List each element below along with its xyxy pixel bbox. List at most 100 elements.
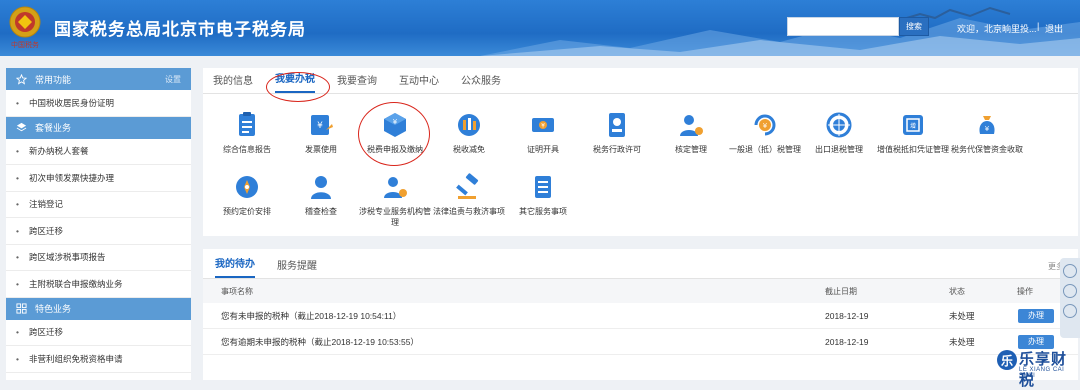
refund-icon: ¥ [754,114,776,136]
service-agency-management[interactable]: 涉税专业服务机构管理 [359,172,431,228]
svg-text:¥: ¥ [763,122,768,130]
bullet-icon: • [16,225,19,236]
service-invoice-use[interactable]: ¥ 发票使用 [285,110,357,155]
sidebar: 常用功能 设置 • 中国税收居民身份证明 套餐业务 • 新办纳税人套餐 • 初次申领发… [6,68,191,380]
sidebar-section-special[interactable]: 特色业务 [6,297,191,320]
message-icon[interactable] [1063,304,1077,318]
column-header: 截止日期 [825,286,857,296]
todo-tabs: 我的待办 服务提醒 更多 [203,249,1078,279]
bullet-icon: • [16,252,19,263]
sidebar-section-package[interactable]: 套餐业务 [6,116,191,139]
voucher-icon: 增 [903,115,923,135]
sidebar-item[interactable]: • 主附税联合申报缴纳业务 [6,271,191,298]
service-admin-license[interactable]: 税务行政许可 [581,110,653,155]
sidebar-section-label: 套餐业务 [35,123,72,133]
compass-icon [236,176,258,198]
service-export-refund[interactable]: 出口退税管理 [803,110,875,155]
agency-icon [384,177,407,198]
user-gear-icon [680,115,703,136]
sidebar-item[interactable]: • 初次申领发票快捷办理 [6,165,191,192]
list-icon [535,176,551,198]
service-assessment-management[interactable]: 核定管理 [655,110,727,155]
sidebar-item[interactable]: • 跨区迁移 [6,320,191,346]
chat-icon[interactable] [1063,264,1077,278]
logout-link[interactable]: 退出 [1045,22,1063,35]
service-tax-reduction[interactable]: 税收减免 [433,110,505,155]
watermark-subtitle: LE XIANG CAI SHUI [1019,367,1065,379]
table-row: 您有逾期未申报的税种（截止2018-12-19 10:53:55） 2018-1… [203,329,1078,355]
sidebar-section-common[interactable]: 常用功能 设置 [6,68,191,90]
service-advance-pricing[interactable]: 预约定价安排 [211,172,283,217]
sidebar-item[interactable]: • 非营利组织免税资格申请 [6,346,191,373]
sidebar-item[interactable]: • 中国税收居民身份证明 [6,90,191,117]
main-tabs: 我的信息 我要办税 我要查询 互动中心 公众服务 [203,68,1078,94]
service-custody-funds[interactable]: ¥ 税务代保管资金收取 [951,110,1023,155]
site-title: 国家税务总局北京市电子税务局 [54,20,306,39]
sidebar-item[interactable]: • 跨区域涉税事项报告 [6,245,191,271]
table-row: 您有未申报的税种（截止2018-12-19 10:54:11） 2018-12-… [203,303,1078,329]
service-legal-remedy[interactable]: 法律追责与救济事项 [433,172,505,217]
todo-panel: 我的待办 服务提醒 更多 事项名称 截止日期 状态 操作 您有未申报的税种（截止… [203,249,1078,380]
tab-public-service[interactable]: 公众服务 [461,72,501,93]
column-header: 状态 [949,286,965,296]
sidebar-item[interactable]: • 跨区迁移 [6,218,191,245]
column-header: 事项名称 [221,286,253,296]
grid-icon [16,303,27,314]
lexiang-logo-icon: 乐 [997,350,1017,370]
tab-service-reminder[interactable]: 服务提醒 [277,257,317,278]
weibo-icon[interactable] [1063,284,1077,298]
header-separator: | [1037,21,1040,31]
bullet-icon: • [16,353,19,364]
ticket-icon: ¥ [532,118,554,132]
table-header: 事项名称 截止日期 状态 操作 [203,279,1078,303]
coins-icon [458,114,480,136]
tab-my-info[interactable]: 我的信息 [213,72,253,93]
service-general-refund[interactable]: ¥ 一般退（抵）税管理 [729,110,801,155]
id-card-icon [609,113,625,137]
todo-item-name: 您有逾期未申报的税种（截止2018-12-19 10:53:55） [221,336,419,347]
globe-icon [826,112,852,138]
bullet-icon: • [16,172,19,183]
tax-emblem-logo: 中国税务 [9,6,41,49]
todo-item-name: 您有未申报的税种（截止2018-12-19 10:54:11） [221,310,402,321]
sidebar-section-label: 特色业务 [35,304,72,314]
svg-text:增: 增 [910,122,916,130]
sidebar-item[interactable]: • 注销登记 [6,192,191,218]
service-other-items[interactable]: 其它服务事项 [507,172,579,217]
invoice-icon: ¥ [311,115,333,135]
star-icon [16,73,27,85]
service-certificate-issue[interactable]: ¥ 证明开具 [507,110,579,155]
todo-item-date: 2018-12-19 [825,336,869,347]
watermark-logo: 乐 乐享财税 LE XIANG CAI SHUI [995,347,1080,389]
svg-text:¥: ¥ [541,123,545,130]
tab-interaction[interactable]: 互动中心 [399,72,439,93]
clipboard-icon [239,112,255,136]
service-vat-voucher[interactable]: 增 增值税抵扣凭证管理 [877,110,949,155]
bullet-icon: • [16,278,19,289]
sidebar-section-label: 常用功能 [35,74,72,85]
header-bar: 中国税务 国家税务总局北京市电子税务局 搜索 欢迎，北京晌里投... | 退出 [0,0,1080,56]
inspector-icon [311,176,331,199]
search-input[interactable] [787,17,899,36]
svg-text:中国税务: 中国税务 [11,40,39,49]
floating-toolbar [1060,258,1080,338]
tab-my-todo[interactable]: 我的待办 [215,255,255,278]
bullet-icon: • [16,327,19,338]
red-annotation-circle-tab [266,72,330,102]
bullet-icon: • [16,97,19,108]
bullet-icon: • [16,199,19,210]
money-bag-icon: ¥ [979,116,995,134]
welcome-text[interactable]: 欢迎，北京晌里投... [957,22,1037,35]
tab-query[interactable]: 我要查询 [337,72,377,93]
search-button[interactable]: 搜索 [899,17,929,36]
handle-button[interactable]: 办理 [1018,308,1054,323]
settings-link[interactable]: 设置 [165,74,181,85]
todo-item-status: 未处理 [949,310,975,321]
sidebar-item[interactable]: • 新办纳税人套餐 [6,139,191,165]
service-inspection[interactable]: 稽查检查 [285,172,357,217]
todo-item-date: 2018-12-19 [825,310,869,321]
red-annotation-circle-service [358,102,430,166]
service-comprehensive-report[interactable]: 综合信息报告 [211,110,283,155]
svg-text:¥: ¥ [317,121,323,131]
svg-text:¥: ¥ [985,125,990,133]
